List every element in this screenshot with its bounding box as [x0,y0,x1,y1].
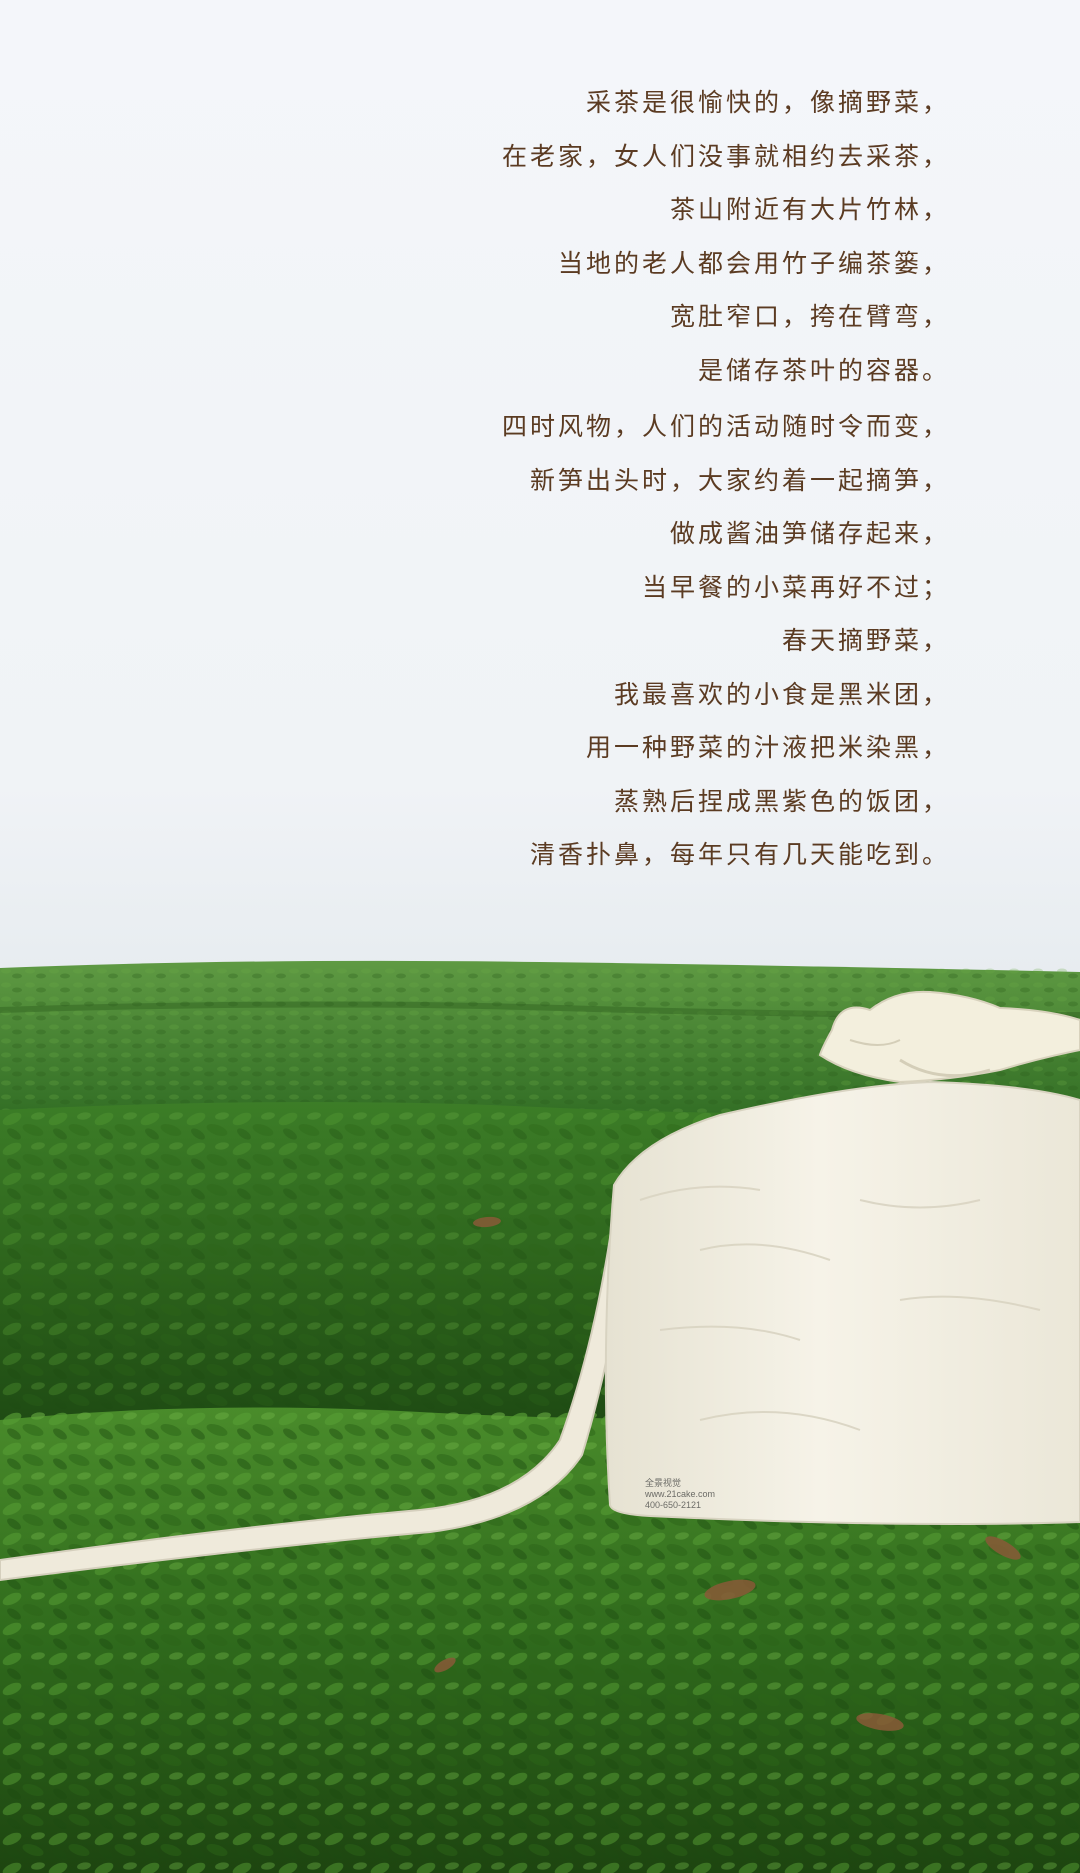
poem-stanza-2: 四时风物，人们的活动随时令而变， 新笋出头时，大家约着一起摘笋， 做成酱油笋储存… [250,400,950,882]
watermark-stamp: 全景视觉 www.21cake.com 400-650-2121 [645,1478,715,1511]
poem-stanza-1: 采茶是很愉快的，像摘野菜， 在老家，女人们没事就相约去采茶， 茶山附近有大片竹林… [250,76,950,397]
poem-line: 蒸熟后捏成黑紫色的饭团， [613,786,950,816]
poem-line: 茶山附近有大片竹林， [669,195,950,224]
watermark-line: 全景视觉 [645,1478,682,1488]
poem-line: 春天摘野菜， [781,626,950,655]
poem-line: 做成酱油笋储存起来， [669,519,950,548]
poem-line: 宽肚窄口，挎在臂弯， [669,302,950,331]
poem-line: 采茶是很愉快的，像摘野菜， [585,88,950,117]
poem-line: 是储存茶叶的容器。 [697,355,950,385]
poem-line: 新笋出头时，大家约着一起摘笋， [529,465,950,495]
poem-line: 用一种野菜的汁液把米染黑， [585,733,950,762]
poem-line: 我最喜欢的小食是黑米团， [613,679,950,709]
poem-line: 在老家，女人们没事就相约去采茶， [501,141,950,171]
poem-line: 清香扑鼻，每年只有几天能吃到。 [529,840,950,869]
poem-line: 当早餐的小菜再好不过； [641,572,950,602]
poem-line: 当地的老人都会用竹子编茶篓， [557,248,950,278]
watermark-url: www.21cake.com [645,1489,716,1499]
poem-line: 四时风物，人们的活动随时令而变， [501,412,950,441]
watermark-phone: 400-650-2121 [645,1500,702,1510]
